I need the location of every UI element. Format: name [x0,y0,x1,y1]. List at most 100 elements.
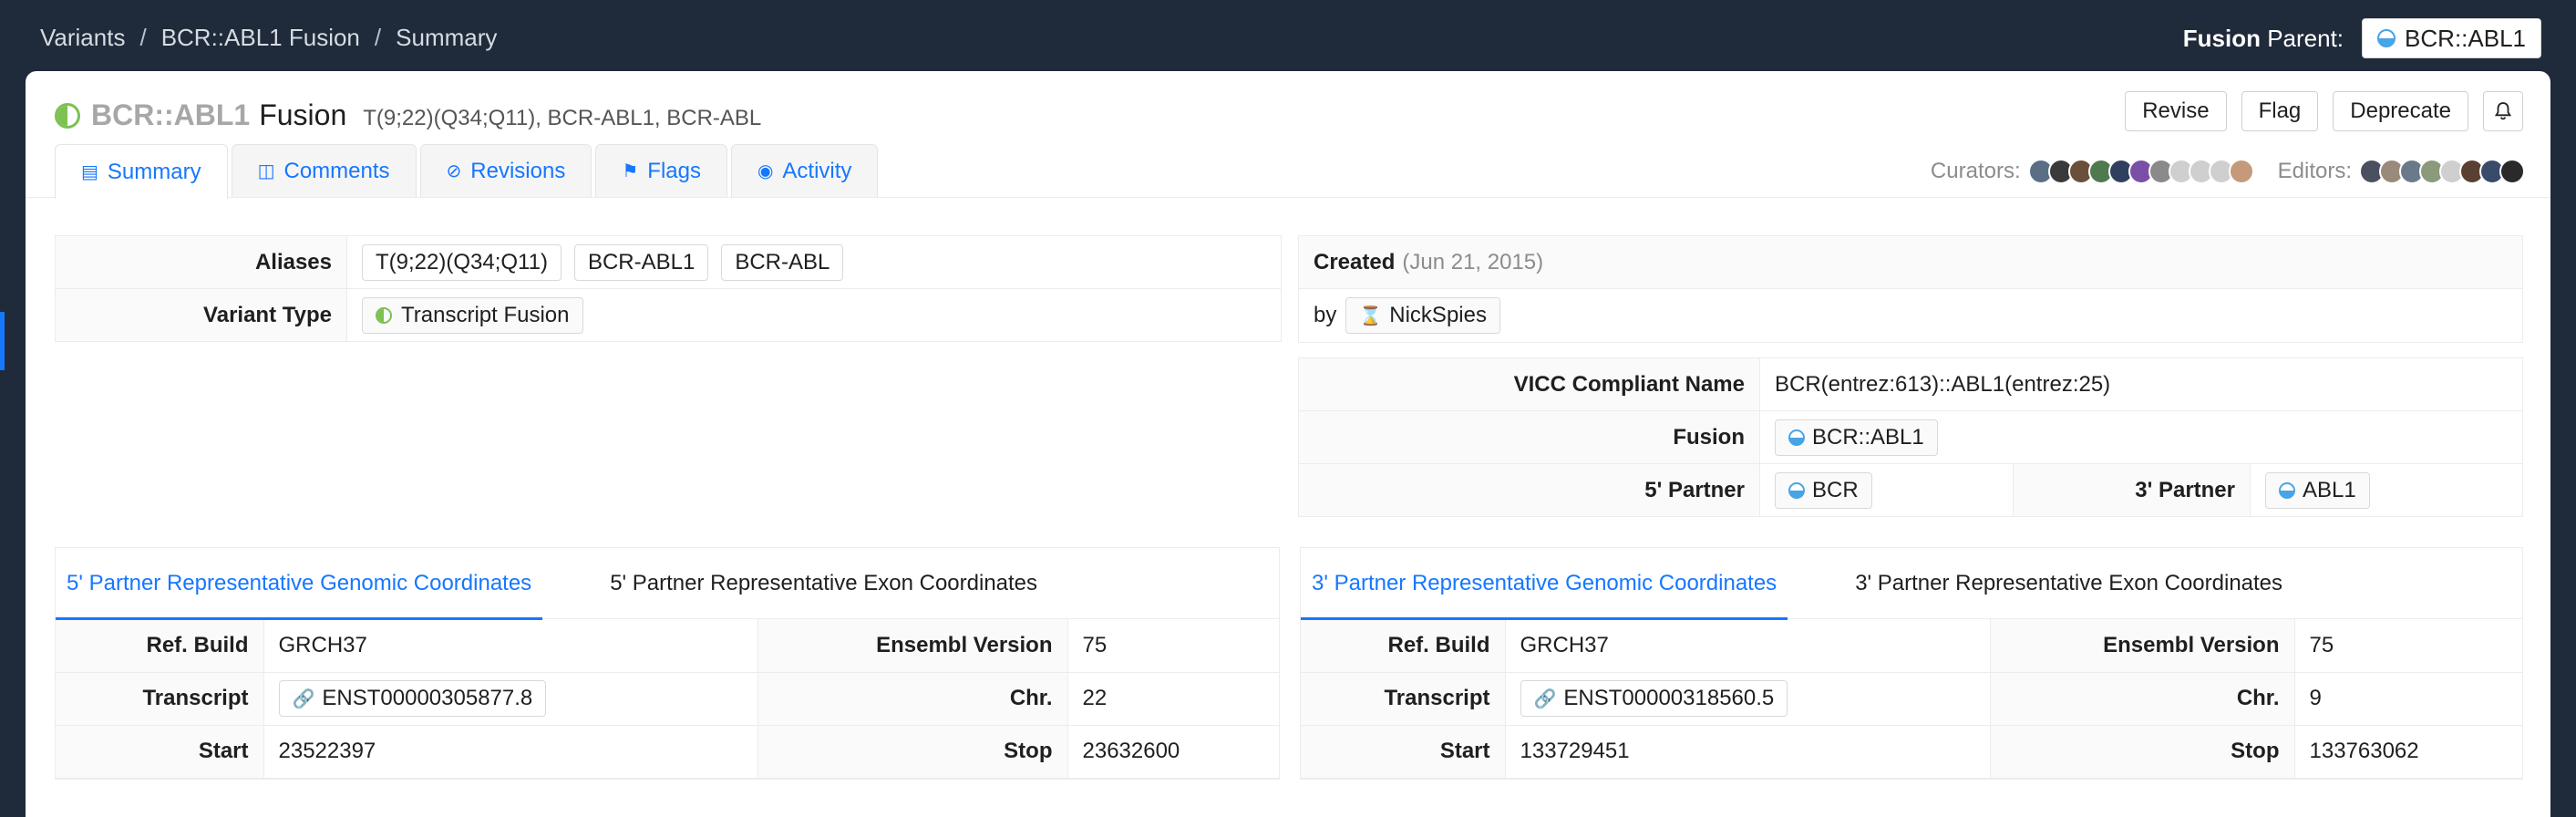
vicc-name-label: VICC Compliant Name [1298,357,1760,411]
aliases-label: Aliases [55,235,347,289]
tab-revisions[interactable]: ⊘ Revisions [419,144,592,197]
created-date: (Jun 21, 2015) [1402,249,1544,274]
stop-value: 133763062 [2293,724,2522,779]
variant-details-table: Aliases T(9;22)(Q34;Q11) BCR-ABL1 BCR-ABL … [55,235,1282,342]
aliases-value: T(9;22)(Q34;Q11) BCR-ABL1 BCR-ABL [346,235,1282,289]
five-prime-coordinates-table: Ref. Build GRCH37 Ensembl Version 75 Tra… [56,619,1279,779]
variant-title: BCR::ABL1 Fusion T(9;22)(Q34;Q11), BCR-A… [55,98,761,132]
fusion-parent: Fusion Parent: BCR::ABL1 [2183,18,2541,58]
flag-button[interactable]: Flag [2241,91,2319,131]
tab-three-prime-exon[interactable]: 3' Partner Representative Exon Coordinat… [1844,548,2293,619]
user-tag[interactable]: ⌛ NickSpies [1345,297,1500,334]
gene-tag-bcr[interactable]: BCR [1775,471,1872,509]
transcript-value: 🔗 ENST00000305877.8 [263,671,758,726]
link-icon: 🔗 [292,688,315,709]
five-prime-partner-label: 5' Partner [1298,463,1760,517]
stop-label: Stop [1989,724,2295,779]
table-row: Start 23522397 Stop 23632600 [56,724,1279,779]
tab-summary[interactable]: ▤ Summary [55,144,228,199]
gene-tag-label: ABL1 [2303,477,2356,502]
ensembl-version-label: Ensembl Version [757,619,1068,673]
avatar[interactable] [2228,159,2254,184]
table-row: Transcript 🔗 ENST00000305877.8 Chr. 22 [56,671,1279,726]
revise-button[interactable]: Revise [2125,91,2227,131]
tab-five-prime-genomic[interactable]: 5' Partner Representative Genomic Coordi… [56,548,543,620]
table-row: 5' Partner BCR 3' Partner ABL1 [1298,463,2523,517]
created-box: Created (Jun 21, 2015) by ⌛ NickSpies [1298,235,2523,343]
fusion-parent-value: BCR::ABL1 [2405,24,2526,52]
three-prime-coordinate-tabs: 3' Partner Representative Genomic Coordi… [1301,548,2522,620]
tab-comments[interactable]: ◫ Comments [231,144,417,197]
flag-icon: ⚑ [622,161,639,181]
variant-type-value: Transcript Fusion [346,288,1282,342]
chr-label: Chr. [1989,671,2295,726]
variant-type-tag[interactable]: Transcript Fusion [362,296,583,334]
tab-activity[interactable]: ◉ Activity [730,144,879,197]
gene-icon [2279,481,2295,499]
tab-three-prime-genomic[interactable]: 3' Partner Representative Genomic Coordi… [1301,548,1788,620]
start-value: 133729451 [1504,724,1991,779]
bell-icon [2494,102,2512,120]
ensembl-version-value: 75 [1066,619,1279,673]
fusion-parent-label: Fusion Parent: [2182,24,2344,52]
breadcrumb-variants[interactable]: Variants [40,24,125,52]
top-bar: Variants / BCR::ABL1 Fusion / Summary Fusion… [0,0,2576,73]
fusion-tag-label: BCR::ABL1 [1812,424,1924,450]
fusion-parent-tag[interactable]: BCR::ABL1 [2362,18,2541,58]
transcript-label: Transcript [1301,671,1506,726]
transcript-link[interactable]: 🔗 ENST00000305877.8 [278,680,547,717]
table-row: VICC Compliant Name BCR(entrez:613)::ABL… [1298,357,2523,411]
feature-fusion-icon [1788,429,1805,446]
tab-five-prime-exon[interactable]: 5' Partner Representative Exon Coordinat… [599,548,1048,619]
tab-summary-label: Summary [107,159,201,184]
summary-icon: ▤ [81,162,98,182]
fusion-value: BCR::ABL1 [1759,410,2523,464]
breadcrumb-separator: / [374,24,382,51]
start-label: Start [56,724,264,779]
table-row: Fusion BCR::ABL1 [1298,410,2523,464]
curators-avatars [2027,159,2254,184]
ensembl-version-value: 75 [2293,619,2522,673]
created-row: Created (Jun 21, 2015) [1299,236,2522,289]
variant-type-icon [376,306,392,324]
breadcrumb-variant[interactable]: BCR::ABL1 Fusion [161,24,360,52]
curators-label: Curators: [1930,159,2021,183]
variant-gene-name[interactable]: BCR::ABL1 [91,98,250,132]
variant-card: BCR::ABL1 Fusion T(9;22)(Q34;Q11), BCR-A… [26,71,2550,817]
editors-avatars [2359,159,2525,184]
chr-value: 9 [2293,671,2522,726]
transcript-id: ENST00000305877.8 [322,686,533,710]
user-name: NickSpies [1389,303,1487,327]
fusion-label: Fusion [1298,410,1760,464]
contributors: Curators: Editors: [1931,159,2525,184]
vicc-name-value: BCR(entrez:613)::ABL1(entrez:25) [1759,357,2523,411]
breadcrumb-separator: / [139,24,147,51]
deprecate-button[interactable]: Deprecate [2333,91,2468,131]
table-row: Ref. Build GRCH37 Ensembl Version 75 [56,619,1279,673]
stop-label: Stop [757,724,1068,779]
avatar[interactable] [2499,159,2525,184]
alias-tag: BCR-ABL1 [573,243,709,281]
start-value: 23522397 [263,724,758,779]
subscribe-button[interactable] [2483,91,2523,131]
tabs-divider [26,197,2550,198]
fusion-tag[interactable]: BCR::ABL1 [1775,419,1938,456]
chr-value: 22 [1066,671,1279,726]
ref-build-label: Ref. Build [1301,619,1506,673]
transcript-label: Transcript [56,671,264,726]
breadcrumb: Variants / BCR::ABL1 Fusion / Summary [40,24,497,52]
three-prime-coordinates-table: Ref. Build GRCH37 Ensembl Version 75 Tra… [1301,619,2522,779]
hourglass-icon: ⌛ [1359,305,1383,326]
ref-build-label: Ref. Build [56,619,264,673]
gene-tag-abl1[interactable]: ABL1 [2265,471,2370,509]
chr-label: Chr. [757,671,1068,726]
tab-flags[interactable]: ⚑ Flags [595,144,727,197]
transcript-link[interactable]: 🔗 ENST00000318560.5 [1520,680,1788,717]
activity-icon: ◉ [757,161,774,181]
table-row: Aliases T(9;22)(Q34;Q11) BCR-ABL1 BCR-ABL [55,235,1282,289]
table-row: Ref. Build GRCH37 Ensembl Version 75 [1301,619,2522,673]
transcript-id: ENST00000318560.5 [1563,686,1775,710]
five-prime-partner-value: BCR [1759,463,2014,517]
gene-tag-label: BCR [1812,477,1859,502]
variant-type-name: Fusion [259,98,347,131]
